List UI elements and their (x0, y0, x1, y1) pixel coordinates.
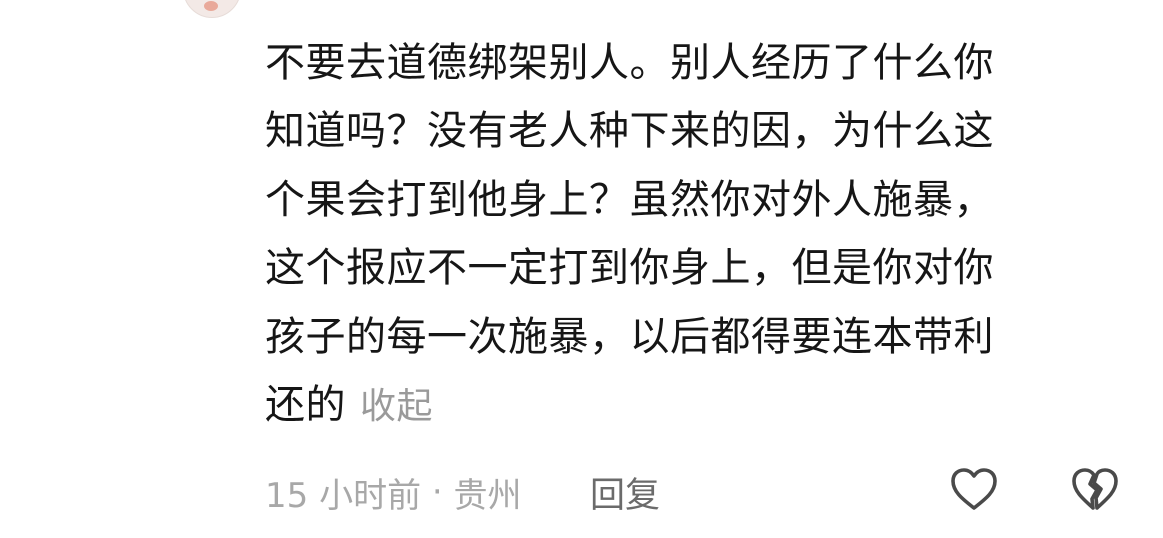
comment-location: 贵州 (453, 475, 522, 516)
broken-heart-outline-icon (1072, 468, 1118, 510)
avatar-mark (204, 1, 218, 11)
comment-line: 孩子的每一次施暴，以后都得要连本带利 (265, 313, 994, 360)
heart-outline-icon (951, 468, 997, 510)
collapse-link[interactable]: 收起 (360, 386, 433, 427)
comment-last-line: 还的 收起 (265, 371, 1085, 441)
comment-line: 还的 (265, 382, 346, 429)
comment-time: 15 小时前 (265, 475, 422, 516)
comment-body: 不要去道德绑架别人。别人经历了什么你 知道吗？没有老人种下来的因，为什么这 个果… (265, 29, 1085, 441)
avatar[interactable] (183, 0, 241, 18)
comment-line: 这个报应不一定打到你身上，但是你对你 (265, 245, 994, 292)
reply-button[interactable]: 回复 (590, 468, 660, 516)
like-button[interactable] (949, 466, 999, 512)
comment-line: 个果会打到他身上？虽然你对外人施暴， (265, 176, 994, 223)
dislike-button[interactable] (1070, 466, 1120, 512)
comment-meta: 15 小时前 · 贵州 (265, 468, 522, 516)
comment-line: 知道吗？没有老人种下来的因，为什么这 (265, 108, 994, 155)
meta-separator: · (421, 472, 454, 512)
comment-line: 不要去道德绑架别人。别人经历了什么你 (265, 40, 994, 86)
